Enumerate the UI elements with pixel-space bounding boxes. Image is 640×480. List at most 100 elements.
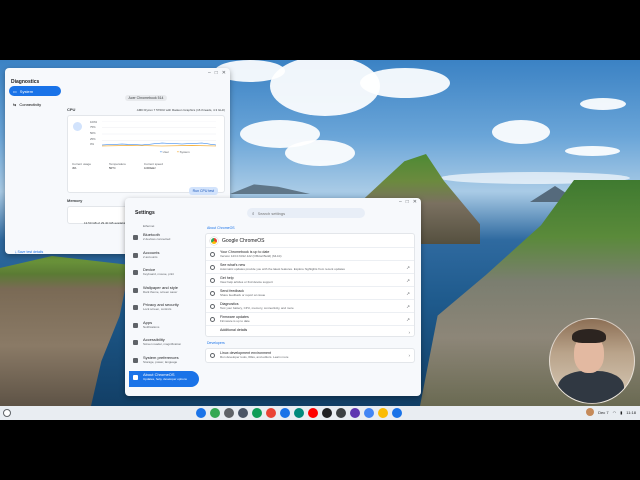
update-status-row: Your Chromebook is up to date Version 123… [206,248,414,261]
about-section-label: About ChromeOS [207,226,235,230]
settings-main: About ChromeOS Google ChromeOS Your Chro… [205,224,415,363]
cpu-usage-graph [102,120,216,147]
cpu-user-series [102,142,216,146]
system-icon [133,357,138,363]
diag-nav-system[interactable]: ▭ System [9,86,61,96]
feedback-icon [210,291,215,296]
diagnostics-row[interactable]: Diagnostics Test your battery, CPU, memor… [206,300,414,313]
system-model-pill: Acer Chromebook 514 [125,95,167,101]
photos-app-icon[interactable] [378,408,388,418]
laptop-icon: ▭ [13,88,17,94]
help-app-icon[interactable] [392,408,402,418]
close-icon[interactable]: ✕ [222,70,226,76]
webcam-overlay [549,318,635,404]
palette-icon [133,287,138,293]
search-icon: ⌕ [252,210,255,216]
camera-app-icon[interactable] [224,408,234,418]
developers-section-label: Developers [207,341,225,345]
legend-user: ━ User [160,149,169,154]
nav-wallpaper[interactable]: Wallpaper and style Dark theme, screen sa… [129,284,199,300]
cpu-heading: CPU [67,107,76,112]
screen-capture-app-icon[interactable] [350,408,360,418]
settings-app-icon[interactable] [238,408,248,418]
calculator-app-icon[interactable] [364,408,374,418]
whats-new-row[interactable]: See what's new Automatic updates provide … [206,261,414,274]
diag-nav-label: Connectivity [19,101,42,107]
linux-dev-row[interactable]: Linux development environment Run develop… [206,349,414,362]
apps-icon [133,322,138,328]
nav-bluetooth[interactable]: Bluetooth 2 devices connected [129,231,199,247]
diagnostics-app-icon[interactable] [336,408,346,418]
diag-nav-connectivity[interactable]: ⇆ Connectivity [9,99,61,109]
chrome-app-icon[interactable] [210,408,220,418]
chevron-right-icon: › [408,353,411,358]
product-name: Google ChromeOS [222,237,265,244]
open-external-icon: ↗ [406,265,410,270]
connectivity-icon: ⇆ [13,101,17,107]
nav-accessibility[interactable]: Accessibility Screen reader, magnificatio… [129,336,199,352]
search-input[interactable] [257,210,353,216]
settings-title: Settings [135,210,155,216]
clock-label: 11:18 [626,409,636,415]
whats-new-icon [210,265,215,270]
diagnostics-icon [210,304,215,309]
meet-app-icon[interactable] [294,408,304,418]
maximize-icon[interactable]: □ [215,70,218,76]
diag-nav-label: System [19,88,34,94]
cpu-system-series [102,144,216,147]
bluetooth-icon [133,235,138,240]
settings-nav: Ethernet Bluetooth 2 devices connected Ac… [129,224,199,389]
avatar[interactable] [586,408,595,416]
diagnostics-title-bar[interactable]: – □ ✕ [5,68,230,78]
settings-nav-partial: Ethernet [143,224,155,228]
settings-title-bar[interactable]: – □ ✕ Settings ⌕ [125,198,421,220]
youtube-app-icon[interactable] [308,408,318,418]
about-card: Google ChromeOS Your Chromebook is up to… [205,233,415,337]
cpu-current-usage: Current usage 4% [72,161,92,170]
status-tray[interactable]: Dec 7 ◠ ▮ 11:18 [586,408,636,416]
launcher-icon[interactable] [3,409,11,417]
shelf: Dec 7 ◠ ▮ 11:18 [0,406,640,420]
date-label: Dec 7 [598,409,609,415]
nav-system-preferences[interactable]: System preferences Storage, power, langua… [129,354,199,370]
send-feedback-row[interactable]: Send feedback Share feedback or report an… [206,287,414,300]
device-icon [133,270,138,275]
additional-details-row[interactable]: Additional details › [206,326,414,336]
minimize-icon[interactable]: – [208,70,211,76]
terminal-app-icon[interactable] [322,408,332,418]
terminal-icon [210,353,215,358]
chevron-right-icon: › [408,330,411,335]
save-test-details-button[interactable]: ⤓ Save test details [15,250,43,254]
shelf-apps [196,408,402,418]
nav-apps[interactable]: Apps Notifications [129,319,199,335]
nav-device[interactable]: Device Keyboard, mouse, print [129,266,199,282]
play-store-app-icon[interactable] [252,408,262,418]
maximize-icon[interactable]: □ [406,199,409,205]
accounts-icon [133,252,138,258]
open-external-icon: ↗ [406,304,410,309]
files-app-icon[interactable] [196,408,206,418]
nav-accounts[interactable]: Accounts 2 accounts [129,249,199,265]
nav-privacy[interactable]: Privacy and security Lock screen, control… [129,301,199,317]
diagnostics-nav: ▭ System ⇆ Connectivity [9,86,61,112]
run-cpu-test-button[interactable]: Run CPU test [188,186,218,195]
open-external-icon: ↗ [406,291,410,296]
settings-window[interactable]: – □ ✕ Settings ⌕ Ethernet Bluetooth2 dev… [125,198,421,396]
battery-icon: ▮ [620,409,623,415]
update-check-icon [210,252,215,257]
chrome-logo-icon [210,236,218,245]
docs-app-icon[interactable] [280,408,290,418]
minimize-icon[interactable]: – [399,199,402,205]
search-bar[interactable]: ⌕ [247,208,365,218]
nav-about-chromeos[interactable]: About ChromeOS Updates, help, developer o… [129,371,199,387]
firmware-updates-row[interactable]: Firmware updates Firmware is up to date ↗ [206,313,414,326]
diagnostics-title: Diagnostics [11,79,40,85]
open-external-icon: ↗ [406,278,410,283]
close-icon[interactable]: ✕ [413,199,417,205]
memory-value: 13.50 GB of 29.40 GB available [84,220,127,225]
cpu-speed: Current speed 4.00GHz [143,161,163,170]
legend-system: ━ System [177,149,190,154]
get-help-row[interactable]: Get help View help articles or find devic… [206,274,414,287]
cpu-model: AMD Ryzen 7 5700U with Radeon Graphics (… [136,107,225,112]
gmail-app-icon[interactable] [266,408,276,418]
